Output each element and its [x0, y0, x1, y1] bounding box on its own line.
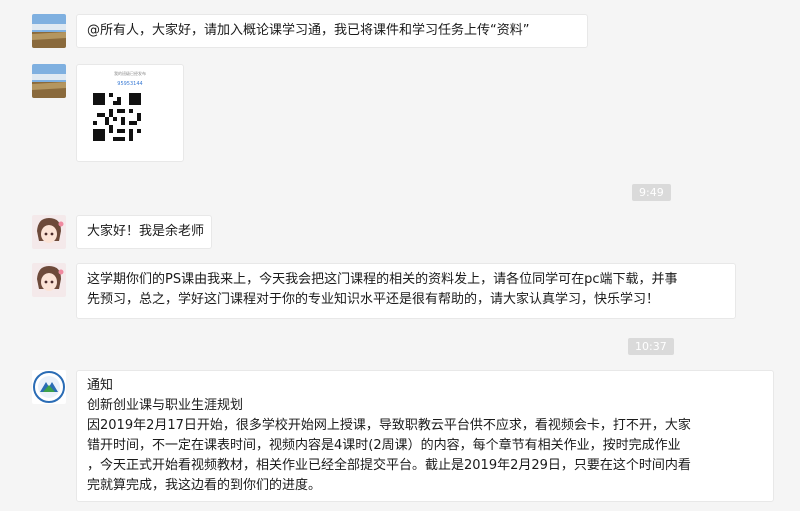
qr-code-number: 95953144 — [117, 81, 143, 87]
notice-line: ，今天正式开始看视频教材，相关作业已经全部提交平台。截止是2019年2月29日，… — [87, 458, 691, 473]
avatar-landscape[interactable] — [32, 64, 66, 98]
avatar-school-logo[interactable] — [32, 370, 66, 404]
qr-code-image[interactable]: 我的班级已经发布 95953144 — [76, 64, 184, 162]
qr-code-icon — [93, 93, 141, 141]
avatar-landscape[interactable] — [32, 14, 66, 48]
notice-title: 通知 — [87, 378, 114, 393]
message-bubble[interactable]: @所有人，大家好，请加入概论课学习通，我已将课件和学习任务上传“资料” — [76, 14, 588, 48]
message-bubble[interactable]: 这学期你们的PS课由我来上，今天我会把这门课程的相关的资料发上，请各位同学可在p… — [76, 263, 736, 319]
message-text: 大家好！我是余老师 — [87, 224, 205, 239]
avatar-anime-girl[interactable] — [32, 263, 66, 297]
message-text: @所有人，大家好，请加入概论课学习通，我已将课件和学习任务上传“资料” — [87, 23, 530, 38]
avatar-anime-girl[interactable] — [32, 215, 66, 249]
timestamp: 9:49 — [632, 184, 671, 201]
notice-line: 完就算完成，我这边看的到你们的进度。 — [87, 478, 322, 493]
notice-subtitle: 创新创业课与职业生涯规划 — [87, 398, 244, 413]
message-text-line: 这学期你们的PS课由我来上，今天我会把这门课程的相关的资料发上，请各位同学可在p… — [87, 272, 678, 287]
notice-line: 错开时间，不一定在课表时间，视频内容是4课时(2周课）的内容，每个章节有相关作业… — [87, 438, 681, 453]
message-bubble[interactable]: 大家好！我是余老师 — [76, 215, 212, 249]
notice-line: 因2019年2月17日开始，很多学校开始网上授课，导致职教云平台供不应求，看视频… — [87, 418, 691, 433]
notice-bubble[interactable]: 通知 创新创业课与职业生涯规划 因2019年2月17日开始，很多学校开始网上授课… — [76, 370, 774, 502]
message-text-line: 先预习，总之，学好这门课程对于你的专业知识水平还是很有帮助的，请大家认真学习，快… — [87, 292, 660, 307]
timestamp: 10:37 — [628, 338, 674, 355]
qr-caption: 我的班级已经发布 — [114, 71, 146, 76]
